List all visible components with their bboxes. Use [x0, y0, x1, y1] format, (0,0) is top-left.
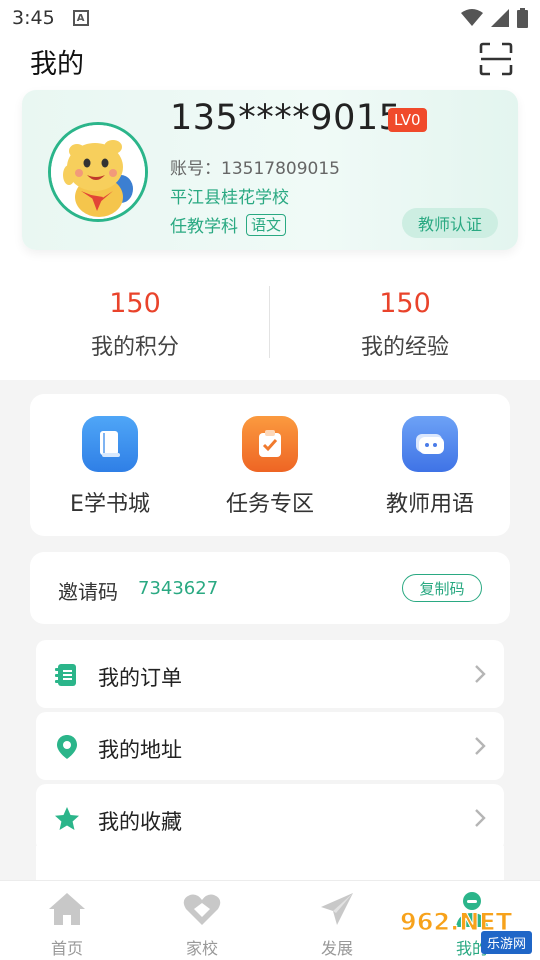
cartoon-avatar-image [51, 125, 145, 219]
menu-label: 我的订单 [98, 666, 182, 690]
experience-stat[interactable]: 150 我的经验 [270, 282, 540, 361]
subject-tag: 语文 [246, 213, 287, 236]
invite-code: 7343627 [138, 578, 219, 599]
school-name: 平江县桂花学校 [170, 188, 289, 208]
shortcut-card: E学书城 任务专区 教师用语 [30, 394, 510, 536]
nav-home-school[interactable]: 家校 [162, 889, 242, 959]
shortcut-task-zone[interactable]: 任务专区 [190, 416, 350, 518]
status-indicators [461, 8, 528, 28]
book-icon [82, 416, 138, 472]
level-badge: LV0 [388, 108, 427, 132]
page-title: 我的 [30, 49, 84, 80]
shortcut-label: 教师用语 [385, 492, 474, 517]
menu-item-address[interactable]: 我的地址 [36, 712, 504, 780]
subject-label: 任教学科 [170, 217, 238, 237]
menu-label: 我的收藏 [98, 810, 182, 834]
star-icon [55, 807, 79, 830]
experience-value: 150 [379, 288, 431, 319]
profile-card[interactable]: 135****9015 LV0 账号：13517809015 平江县桂花学校 任… [22, 90, 518, 250]
avatar[interactable] [48, 122, 148, 222]
chevron-right-icon [475, 809, 486, 827]
clipboard-check-icon [242, 416, 298, 472]
experience-label: 我的经验 [360, 335, 449, 360]
scan-icon[interactable] [479, 42, 513, 76]
points-stat[interactable]: 150 我的积分 [0, 282, 270, 361]
order-list-icon [55, 664, 76, 686]
nav-development[interactable]: 发展 [297, 889, 377, 959]
chevron-right-icon [475, 737, 486, 755]
copy-code-button[interactable]: 复制码 [402, 574, 482, 602]
phone-number: 135****9015 [170, 98, 402, 138]
status-time: 3:45 [12, 7, 55, 29]
status-bar: 3:45 A [0, 0, 540, 36]
notification-icon: A [72, 10, 89, 26]
watermark-logo: 962.NET 乐游网 [396, 906, 536, 956]
account-number: 账号：13517809015 [170, 159, 340, 179]
nav-home[interactable]: 首页 [27, 889, 107, 959]
watermark-text: 乐游网 [480, 931, 532, 954]
shortcut-teacher-phrases[interactable]: 教师用语 [350, 416, 510, 518]
battery-icon [517, 8, 528, 28]
points-value: 150 [109, 288, 161, 319]
profile-section: 我的 135****9015 LV0 账号：13517809015 平江县桂花学… [0, 36, 540, 380]
teacher-verify-button[interactable]: 教师认证 [402, 208, 498, 238]
chat-bubble-icon [402, 416, 458, 472]
wifi-icon [461, 9, 483, 26]
cellular-signal-icon [491, 9, 509, 27]
shortcut-label: 任务专区 [225, 492, 314, 517]
invite-card: 邀请码 7343627 复制码 [30, 552, 510, 624]
menu-label: 我的地址 [98, 738, 182, 762]
paper-plane-icon [321, 893, 353, 925]
chevron-right-icon [475, 665, 486, 683]
stats-row: 150 我的积分 150 我的经验 [0, 282, 540, 372]
shortcut-label: E学书城 [70, 492, 150, 517]
points-label: 我的积分 [90, 335, 179, 360]
subject-row: 任教学科 语文 [170, 212, 287, 237]
nav-label: 发展 [320, 939, 353, 958]
heart-hands-icon [183, 894, 221, 925]
home-icon [49, 893, 85, 925]
menu-item-orders[interactable]: 我的订单 [36, 640, 504, 708]
nav-label: 首页 [50, 939, 83, 958]
invite-label: 邀请码 [58, 580, 118, 604]
menu-item-favorites[interactable]: 我的收藏 [36, 784, 504, 852]
nav-label: 家校 [185, 939, 218, 958]
shortcut-ebook-store[interactable]: E学书城 [30, 416, 190, 518]
location-pin-icon [57, 735, 77, 759]
